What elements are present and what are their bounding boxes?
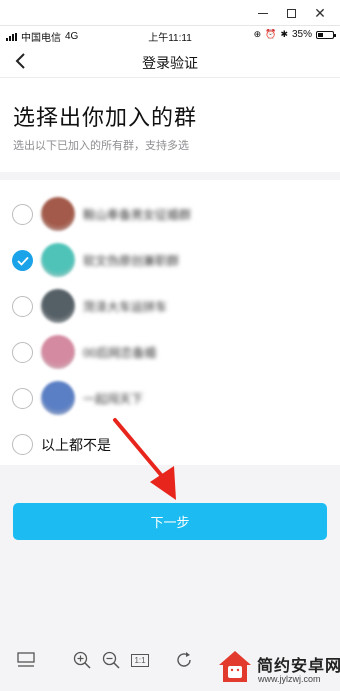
group-name: 菏泽大车运拼车 <box>83 300 168 314</box>
group-item[interactable]: 菏泽大车运拼车 <box>0 283 340 329</box>
group-avatar <box>41 197 75 231</box>
android-logo-watermark <box>219 651 251 682</box>
group-name: 软文伪原创兼职群 <box>83 254 180 268</box>
maximize-button[interactable] <box>276 3 306 23</box>
battery-icon <box>316 30 336 39</box>
nav-bar: 登录验证 <box>0 44 340 78</box>
actual-size-button[interactable]: 1:1 <box>128 648 152 672</box>
lock-rotation-icon: ⊕ <box>253 29 262 39</box>
checkbox[interactable] <box>12 204 33 225</box>
group-name: 00后网恋备婚 <box>83 346 157 360</box>
page-title: 登录验证 <box>142 55 198 71</box>
group-list: 鞍山奉备男女征婚群 软文伪原创兼职群 菏泽大车运拼车 00后网恋备婚 一起闯天下… <box>0 180 340 465</box>
main-heading: 选择出你加入的群 <box>13 105 198 130</box>
group-avatar <box>41 335 75 369</box>
sub-heading: 选出以下已加入的所有群，支持多选 <box>13 140 189 152</box>
minimize-icon <box>258 12 268 14</box>
minimize-button[interactable] <box>248 3 278 23</box>
rotate-button[interactable] <box>172 648 196 672</box>
zoom-in-icon <box>73 651 91 669</box>
rotate-icon <box>177 652 191 667</box>
group-item[interactable]: 鞍山奉备男女征婚群 <box>0 191 340 237</box>
maximize-icon <box>286 8 296 18</box>
layout-icon <box>17 652 35 667</box>
status-bar: 中国电信 4G 上午11:11 ⊕ ⏰ ✱ 35% <box>0 26 340 44</box>
next-button[interactable]: 下一步 <box>13 503 327 540</box>
zoom-out-icon <box>102 651 120 669</box>
group-item[interactable]: 软文伪原创兼职群 <box>0 237 340 283</box>
group-item[interactable]: 一起闯天下 <box>0 375 340 421</box>
checkmark-icon <box>16 256 29 266</box>
window-titlebar: ✕ <box>0 0 340 26</box>
header-section: 选择出你加入的群 选出以下已加入的所有群，支持多选 <box>0 78 340 172</box>
close-button[interactable]: ✕ <box>305 3 335 23</box>
actual-size-label: 1:1 <box>131 653 149 667</box>
none-option[interactable]: 以上都不是 <box>0 421 340 467</box>
group-name: 鞍山奉备男女征婚群 <box>83 208 192 222</box>
group-avatar <box>41 289 75 323</box>
watermark-title: 简约安卓网 <box>257 658 340 675</box>
checkbox[interactable] <box>12 388 33 409</box>
battery-fill <box>318 32 323 37</box>
checkbox[interactable] <box>12 434 33 455</box>
watermark-url: www.jylzwj.com <box>258 674 321 684</box>
checkbox[interactable] <box>12 296 33 317</box>
close-icon: ✕ <box>314 5 326 21</box>
group-item[interactable]: 00后网恋备婚 <box>0 329 340 375</box>
zoom-out-button[interactable] <box>99 648 123 672</box>
battery-percent: 35% <box>291 29 312 40</box>
group-avatar <box>41 381 75 415</box>
alarm-icon: ⏰ <box>265 29 277 39</box>
none-option-label: 以上都不是 <box>41 437 111 453</box>
checkbox[interactable] <box>12 342 33 363</box>
bluetooth-icon: ✱ <box>280 29 288 39</box>
checkbox[interactable] <box>12 250 33 271</box>
layout-button[interactable] <box>14 648 38 672</box>
group-name: 一起闯天下 <box>83 392 144 406</box>
group-avatar <box>41 243 75 277</box>
zoom-in-button[interactable] <box>70 648 94 672</box>
